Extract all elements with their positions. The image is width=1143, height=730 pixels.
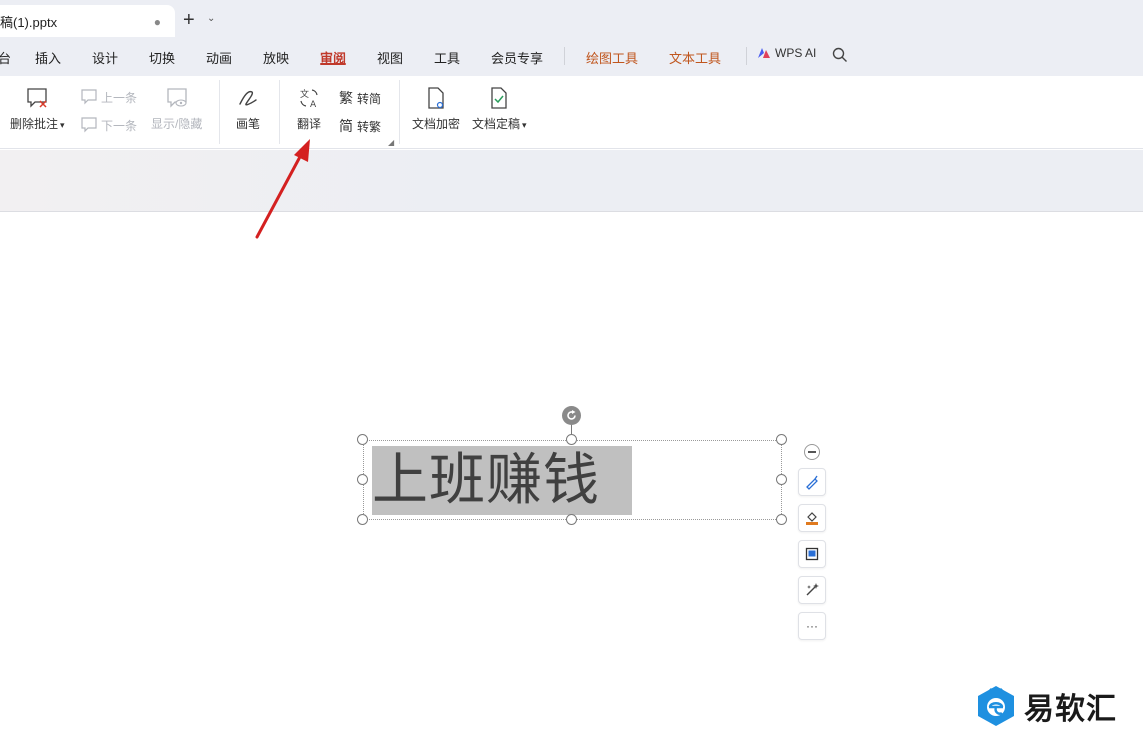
traditional-char-icon: 繁 (339, 90, 353, 106)
menu-text-tools[interactable]: 文本工具 (669, 48, 721, 67)
menu-slideshow[interactable]: 放映 (263, 48, 289, 67)
document-finalize-label: 文档定稿 (472, 117, 521, 131)
new-tab-menu-icon[interactable]: ⌄ (207, 13, 215, 24)
search-icon[interactable] (832, 47, 848, 63)
watermark-logo-icon (978, 686, 1014, 726)
document-check-icon (491, 87, 507, 109)
annotation-arrow (255, 139, 310, 239)
menu-design[interactable]: 设计 (92, 48, 118, 67)
delete-comment-label: 删除批注 (10, 117, 59, 131)
show-hide-label: 显示/隐藏 (151, 117, 203, 131)
wps-ai-logo-icon (758, 48, 770, 58)
collapse-toolbar-button[interactable] (804, 444, 820, 460)
more-icon: ··· (806, 619, 818, 633)
delete-comment-button[interactable]: 删除批注 ▾ (10, 86, 65, 132)
previous-comment-button[interactable]: 上一条 (80, 88, 137, 106)
resize-handle-left[interactable] (357, 474, 368, 485)
pen-label: 画笔 (236, 117, 261, 131)
rotate-handle-icon[interactable] (562, 406, 581, 425)
next-comment-button[interactable]: 下一条 (80, 116, 137, 134)
delete-comment-icon (27, 88, 47, 108)
menu-insert[interactable]: 插入 (35, 48, 61, 67)
convert-traditional-label: 转繁 (357, 119, 382, 134)
menu-tools[interactable]: 工具 (434, 48, 460, 67)
resize-handle-top[interactable] (566, 434, 577, 445)
wps-ai-label: WPS AI (775, 46, 817, 60)
effects-button[interactable] (798, 576, 826, 604)
svg-text:文: 文 (300, 88, 309, 100)
menu-member[interactable]: 会员专享 (491, 48, 543, 67)
document-encrypt-label: 文档加密 (412, 117, 461, 131)
translate-button[interactable]: 文 A 翻译 (297, 86, 321, 132)
ribbon-divider (399, 80, 400, 144)
outline-button[interactable] (798, 540, 826, 568)
resize-handle-top-left[interactable] (357, 434, 368, 445)
workspace-header-band (0, 150, 1143, 212)
menu-drawing-tools[interactable]: 绘图工具 (586, 48, 638, 67)
resize-handle-bottom-left[interactable] (357, 514, 368, 525)
wps-ai-button[interactable]: WPS AI (757, 46, 816, 60)
document-finalize-button[interactable]: 文档定稿 ▾ (472, 86, 527, 132)
document-encrypt-button[interactable]: 文档加密 (412, 86, 460, 132)
new-tab-button[interactable]: + (183, 8, 195, 32)
menu-transitions[interactable]: 切换 (149, 48, 175, 67)
menu-divider (746, 47, 747, 65)
slide-text[interactable]: 上班赚钱 (372, 446, 600, 515)
show-hide-comments-button[interactable]: 显示/隐藏 (151, 86, 202, 132)
menu-divider (564, 47, 565, 65)
ribbon-divider (219, 80, 220, 144)
resize-handle-bottom[interactable] (566, 514, 577, 525)
fill-icon (806, 512, 818, 525)
menu-home[interactable]: 台 (0, 48, 11, 67)
active-tab-indicator (320, 63, 346, 65)
effects-icon (806, 583, 819, 596)
more-options-button[interactable]: ··· (798, 612, 826, 640)
watermark: 易软汇 (976, 684, 1117, 728)
title-tab-bar: 稿(1).pptx ● + ⌄ (0, 0, 1143, 40)
watermark-text: 易软汇 (1024, 692, 1117, 727)
pen-style-icon (806, 475, 818, 490)
menu-animations[interactable]: 动画 (206, 48, 232, 67)
document-lock-icon (428, 87, 444, 109)
next-comment-icon (81, 117, 97, 133)
chevron-down-icon: ▾ (60, 120, 65, 130)
fill-button[interactable] (798, 504, 826, 532)
convert-simplified-label: 转简 (357, 91, 382, 106)
pen-button[interactable]: 画笔 (236, 86, 260, 132)
document-tab-title: 稿(1).pptx (0, 14, 58, 30)
resize-handle-bottom-right[interactable] (776, 514, 787, 525)
pen-style-button[interactable] (798, 468, 826, 496)
unsaved-indicator: ● (153, 15, 161, 29)
simplified-char-icon: 简 (339, 118, 353, 134)
svg-text:A: A (310, 100, 317, 110)
previous-comment-label: 上一条 (101, 90, 138, 105)
menu-view[interactable]: 视图 (377, 48, 403, 67)
previous-comment-icon (81, 89, 97, 105)
translate-label: 翻译 (297, 117, 322, 131)
translate-icon: 文 A (300, 88, 318, 110)
dialog-launcher-icon[interactable]: ◢ (388, 138, 394, 147)
document-tab[interactable]: 稿(1).pptx ● (0, 5, 175, 37)
outline-icon (805, 547, 819, 561)
convert-simplified-button[interactable]: 繁 转简 (339, 88, 381, 108)
next-comment-label: 下一条 (101, 118, 138, 133)
minus-icon (808, 451, 816, 453)
pen-icon (239, 90, 257, 106)
chevron-down-icon: ▾ (522, 120, 527, 130)
show-hide-icon (167, 88, 187, 108)
resize-handle-top-right[interactable] (776, 434, 787, 445)
convert-traditional-button[interactable]: 简 转繁 (339, 116, 381, 136)
resize-handle-right[interactable] (776, 474, 787, 485)
